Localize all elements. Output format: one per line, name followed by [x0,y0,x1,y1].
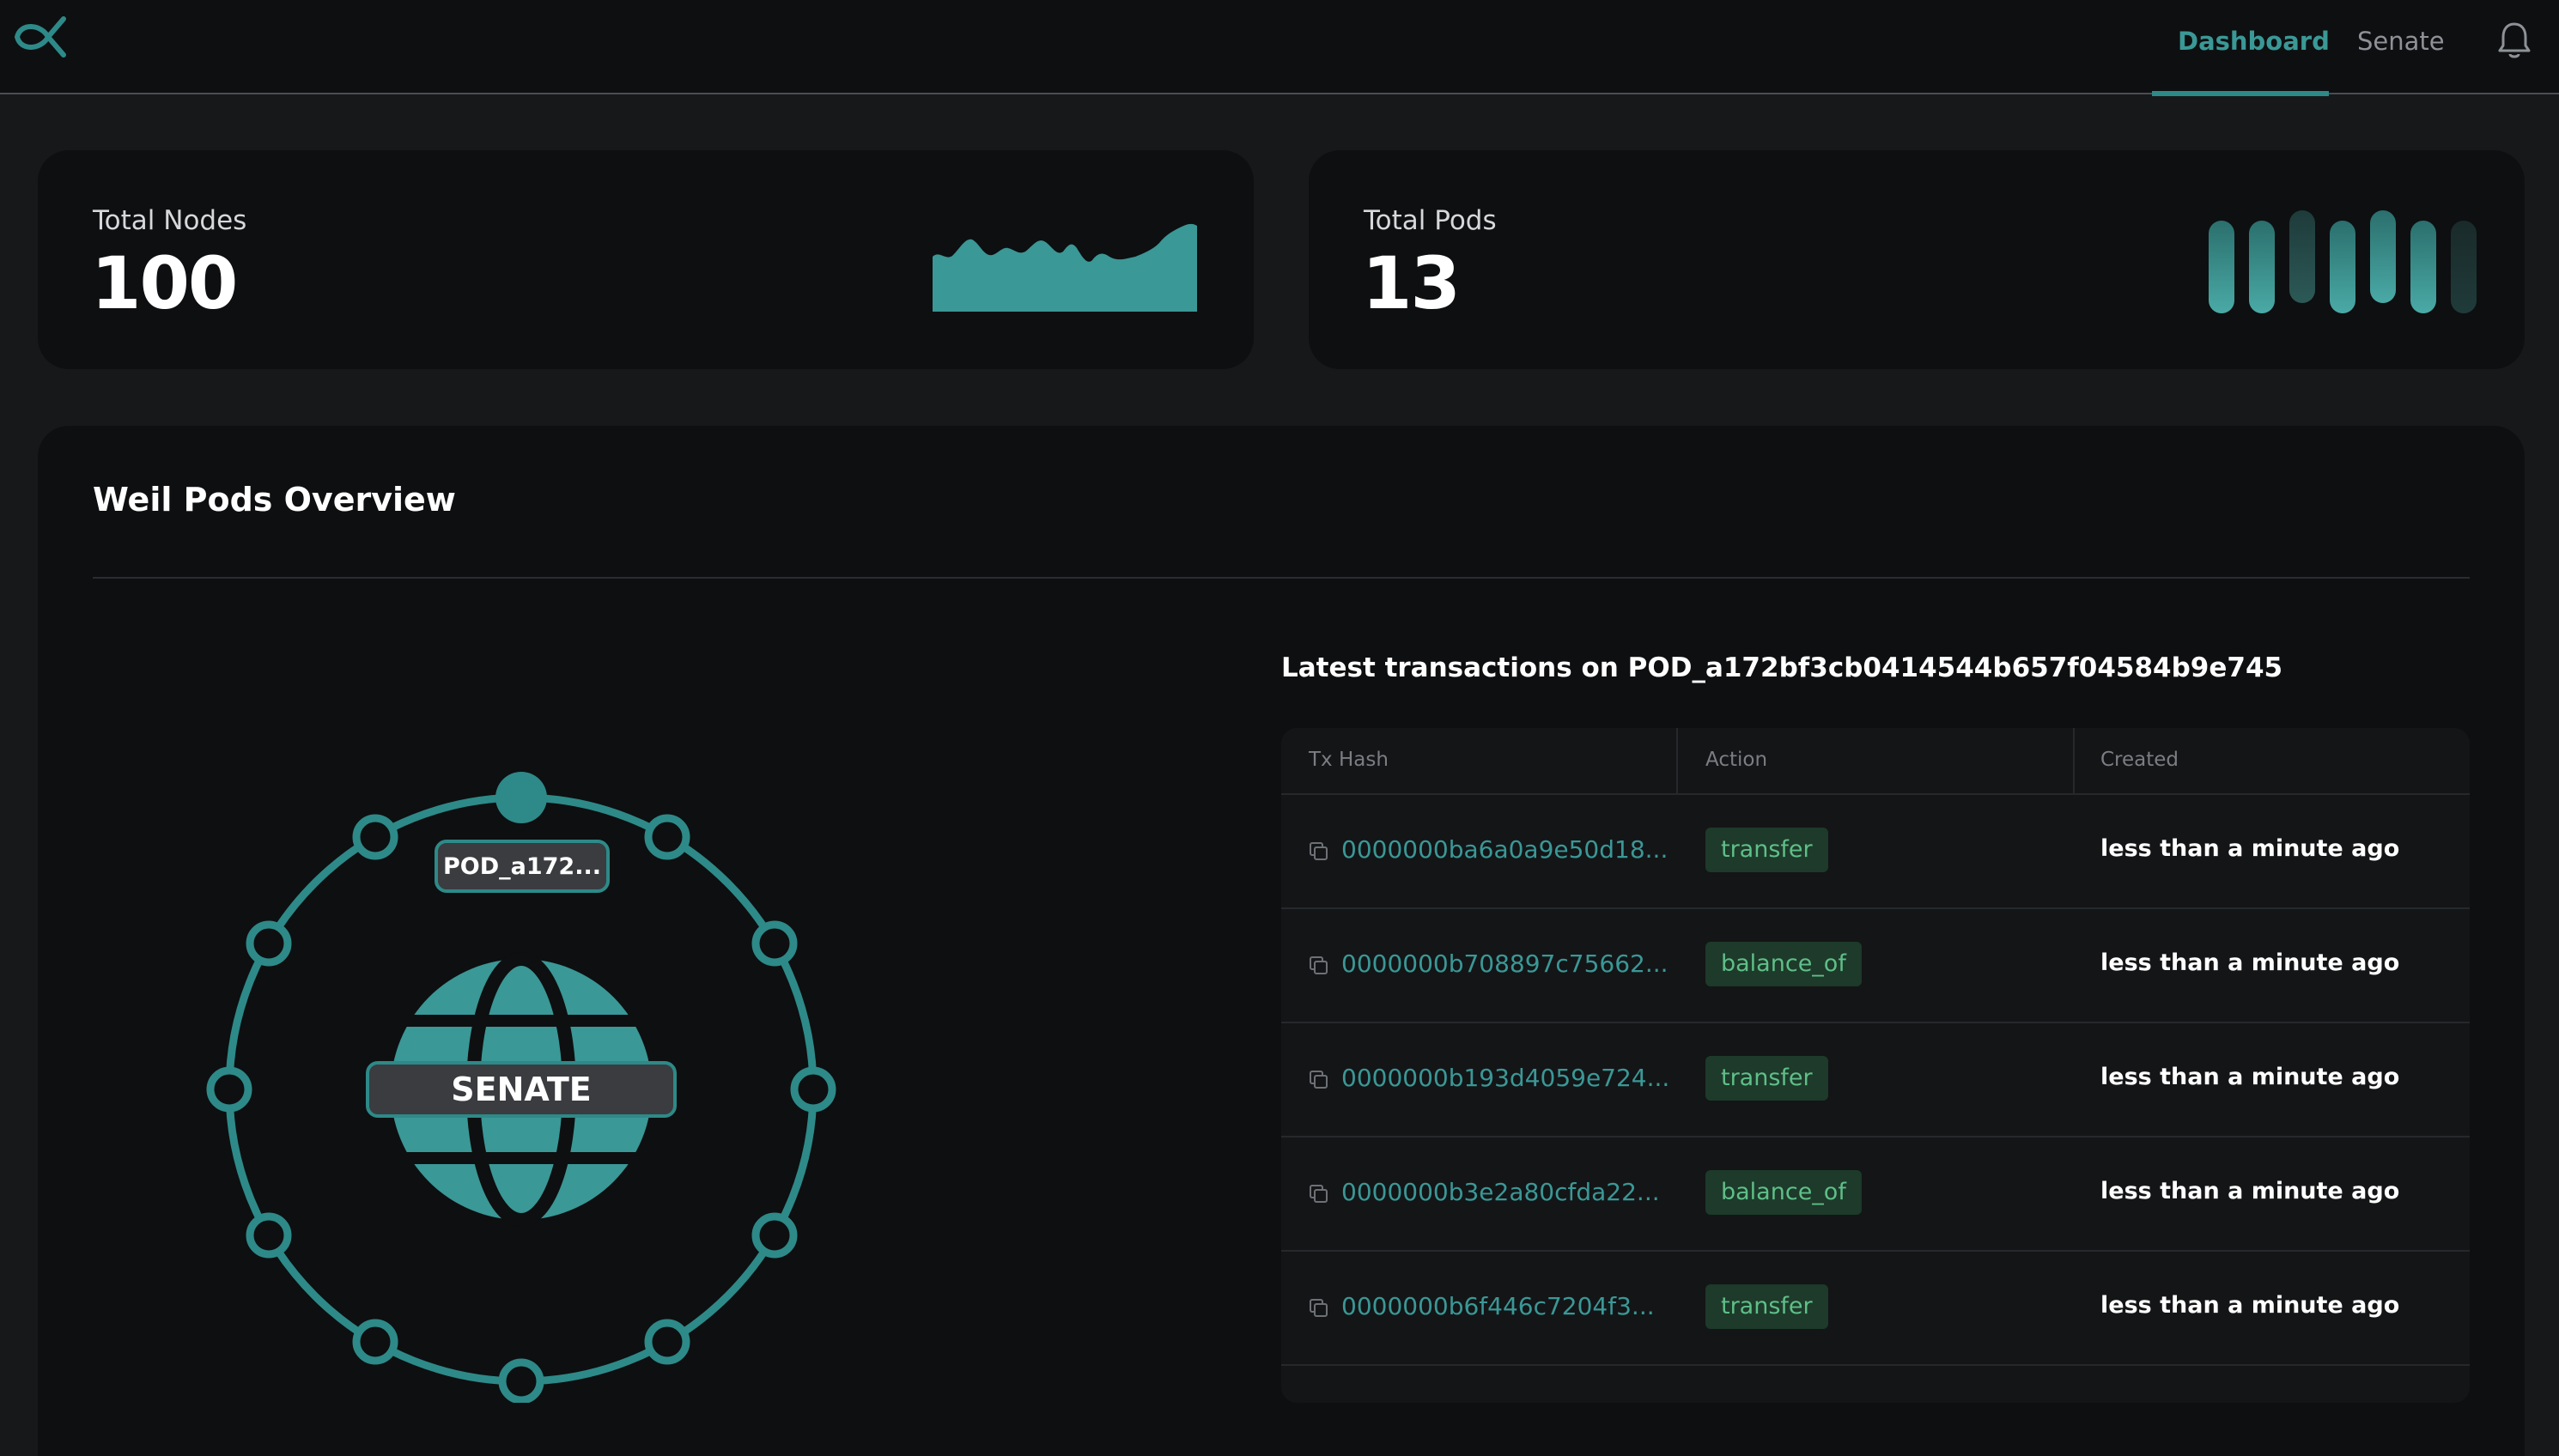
tx-hash-link[interactable]: 0000000b3e2a80cfda22... [1341,1178,1660,1206]
tx-hash-link[interactable]: 0000000b708897c75662... [1341,949,1669,978]
action-badge: transfer [1705,1056,1828,1101]
column-header-tx-hash[interactable]: Tx Hash [1309,749,1389,771]
tx-hash-link[interactable]: 0000000b193d4059e724... [1341,1064,1669,1092]
total-nodes-label: Total Nodes [93,205,247,236]
alpha-logo-icon[interactable] [10,15,79,58]
overview-title: Weil Pods Overview [93,481,456,519]
pod-label[interactable]: POD_a172... [443,853,601,880]
created-time: less than a minute ago [2100,1178,2400,1204]
table-row[interactable]: 0000000ba6a0a9e50d18... transfer less th… [1281,795,2470,909]
total-nodes-value: 100 [91,241,238,325]
action-badge: transfer [1705,828,1828,872]
table-row[interactable]: 0000000b193d4059e724... transfer less th… [1281,1023,2470,1138]
action-badge: transfer [1705,1284,1828,1329]
pods-bar-sparkline-chart [2209,210,2477,313]
action-badge: balance_of [1705,1170,1862,1215]
created-time: less than a minute ago [2100,1064,2400,1090]
column-separator [2073,728,2075,795]
transactions-table: Tx Hash Action Created 0000000ba6a0a9e50… [1281,728,2470,1403]
table-header: Tx Hash Action Created [1281,728,2470,795]
copy-icon[interactable] [1309,956,1329,976]
table-row[interactable]: 0000000b3e2a80cfda22... balance_of less … [1281,1138,2470,1252]
tx-hash-link[interactable]: 0000000b6f446c7204f3... [1341,1292,1655,1320]
column-header-action[interactable]: Action [1705,749,1767,771]
tx-hash-link[interactable]: 0000000ba6a0a9e50d18... [1341,835,1668,864]
copy-icon[interactable] [1309,1298,1329,1319]
top-navigation-bar: Dashboard Senate [0,0,2559,94]
total-pods-label: Total Pods [1364,205,1497,236]
tab-senate[interactable]: Senate [2357,24,2445,58]
created-time: less than a minute ago [2100,835,2400,862]
created-time: less than a minute ago [2100,1292,2400,1319]
senate-network-diagram: SENATE POD_a172... [206,772,836,1403]
copy-icon[interactable] [1309,1184,1329,1204]
copy-icon[interactable] [1309,1070,1329,1090]
active-tab-indicator [2152,91,2329,96]
table-row[interactable]: 0000000b708897c75662... balance_of less … [1281,909,2470,1023]
copy-icon[interactable] [1309,841,1329,862]
action-badge: balance_of [1705,942,1862,986]
total-pods-card: Total Pods 13 [1309,150,2525,369]
total-nodes-card: Total Nodes 100 [38,150,1254,369]
table-row[interactable]: 0000000b6f446c7204f3... transfer less th… [1281,1252,2470,1366]
bell-icon[interactable] [2497,21,2532,60]
overview-divider [93,577,2470,579]
tab-dashboard[interactable]: Dashboard [2178,24,2330,58]
total-pods-value: 13 [1362,241,1461,325]
column-separator [1676,728,1678,795]
column-header-created[interactable]: Created [2100,749,2179,771]
senate-label: SENATE [451,1071,591,1108]
created-time: less than a minute ago [2100,949,2400,976]
nodes-sparkline-chart [933,223,1197,312]
transactions-heading: Latest transactions on POD_a172bf3cb0414… [1281,652,2283,683]
